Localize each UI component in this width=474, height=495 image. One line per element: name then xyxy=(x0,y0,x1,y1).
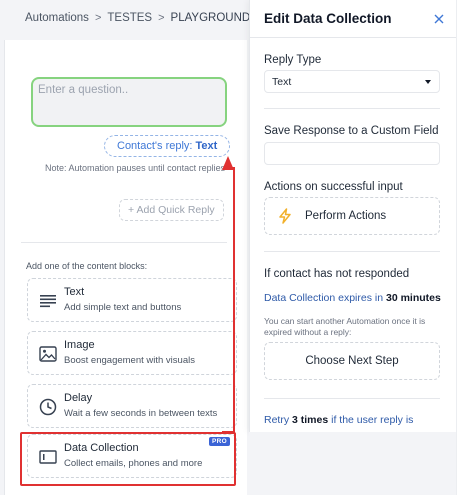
contact-reply-label: Contact's reply: xyxy=(117,140,193,152)
block-title: Data Collection xyxy=(64,442,139,454)
perform-actions-label: Perform Actions xyxy=(305,210,387,222)
caret-down-icon xyxy=(425,80,431,84)
reply-type-label: Reply Type xyxy=(264,54,322,66)
pause-note: Note: Automation pauses until contact re… xyxy=(45,163,226,173)
add-quick-reply-button[interactable]: + Add Quick Reply xyxy=(119,199,224,221)
breadcrumb-testes[interactable]: TESTES xyxy=(107,12,152,24)
block-delay[interactable]: Delay Wait a few seconds in between text… xyxy=(27,384,237,428)
reply-type-value: Text xyxy=(272,75,292,88)
block-title: Delay xyxy=(64,392,93,404)
expires-prefix: Data Collection expires in xyxy=(264,292,384,304)
pro-badge: PRO xyxy=(209,437,230,446)
panel-footer-space xyxy=(249,432,456,495)
question-input[interactable] xyxy=(38,84,220,96)
save-response-label: Save Response to a Custom Field xyxy=(264,125,439,137)
scrollbar[interactable] xyxy=(456,0,474,495)
text-lines-icon xyxy=(38,291,58,311)
actions-label: Actions on successful input xyxy=(264,181,403,193)
expires-value[interactable]: 30 minutes xyxy=(386,292,441,304)
block-subtitle: Wait a few seconds in between texts xyxy=(64,408,218,419)
contact-reply-type: Text xyxy=(195,140,218,152)
panel-header: Edit Data Collection xyxy=(250,0,457,38)
edit-data-collection-panel: Edit Data Collection Reply Type Text Sav… xyxy=(249,0,457,432)
block-image[interactable]: Image Boost engagement with visuals xyxy=(27,331,237,375)
block-subtitle: Boost engagement with visuals xyxy=(64,355,195,366)
reply-type-select[interactable]: Text xyxy=(264,70,440,93)
contact-reply-pill[interactable]: Contact's reply: Text xyxy=(104,135,231,157)
clock-icon xyxy=(38,397,58,417)
retry-suffix: if the user reply is xyxy=(331,414,414,426)
block-title: Text xyxy=(64,286,85,298)
breadcrumb-automations[interactable]: Automations xyxy=(25,12,89,24)
divider xyxy=(264,251,440,252)
panel-title: Edit Data Collection xyxy=(264,11,392,26)
content-blocks-hint: Add one of the content blocks: xyxy=(26,261,148,271)
block-data-collection[interactable]: Data Collection Collect emails, phones a… xyxy=(27,434,237,478)
block-subtitle: Collect emails, phones and more xyxy=(64,458,203,469)
divider xyxy=(264,108,440,109)
question-input-box[interactable] xyxy=(31,77,227,127)
no-response-label: If contact has not responded xyxy=(264,268,410,280)
breadcrumb-separator: > xyxy=(94,12,102,24)
close-icon[interactable] xyxy=(433,12,445,24)
message-card: Contact's reply: Text Note: Automation p… xyxy=(4,40,247,495)
expires-hint: You can start another Automation once it… xyxy=(264,316,426,337)
breadcrumb: Automations > TESTES > PLAYGROUND xyxy=(25,12,268,24)
block-subtitle: Add simple text and buttons xyxy=(64,302,182,313)
divider xyxy=(21,242,227,243)
choose-next-step-button[interactable]: Choose Next Step xyxy=(264,342,440,380)
breadcrumb-playground: PLAYGROUND xyxy=(170,12,251,24)
expires-text: Data Collection expires in 30 minutes xyxy=(264,292,441,304)
data-collection-icon xyxy=(38,447,58,467)
custom-field-input[interactable] xyxy=(264,142,440,165)
image-icon xyxy=(38,344,58,364)
breadcrumb-separator: > xyxy=(158,12,165,24)
block-text[interactable]: Text Add simple text and buttons xyxy=(27,278,237,322)
divider xyxy=(264,398,440,399)
retry-value[interactable]: 3 times xyxy=(292,414,328,426)
lightning-icon xyxy=(277,208,293,224)
block-title: Image xyxy=(64,339,95,351)
retry-text: Retry 3 times if the user reply is xyxy=(264,414,413,426)
retry-prefix: Retry xyxy=(264,414,290,426)
builder-area: Automations > TESTES > PLAYGROUND Contac… xyxy=(0,0,267,495)
perform-actions-button[interactable]: Perform Actions xyxy=(264,197,440,235)
